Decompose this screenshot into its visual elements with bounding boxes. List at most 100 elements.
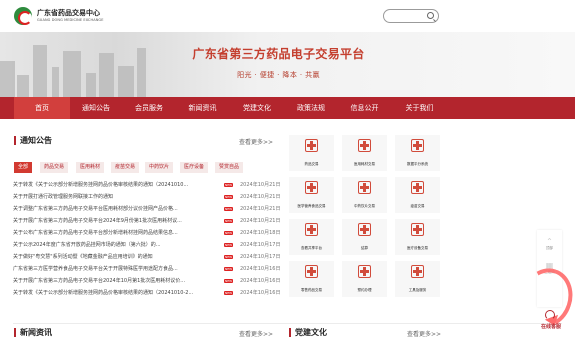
service-retail-drug[interactable]: 零售药品交易 (289, 261, 334, 297)
plus-circle-icon (411, 223, 424, 236)
nutrition-icon (305, 181, 318, 194)
list-item[interactable]: 关于公布广东省第三方药品电子交易平台部分新增耗材挂网药品结果信息... NEW 20… (13, 228, 283, 240)
notice-item-title[interactable]: 关于开展打通行政管理服务网联接工作的通知 (13, 193, 218, 200)
notice-item-title[interactable]: 关于转发《关于公示部分新增服务挂网药品价格审核结果的通知（20241010-2.… (13, 289, 218, 296)
new-badge: NEW (224, 243, 234, 247)
nav-home[interactable]: 首页 (14, 97, 70, 119)
tab-medical-consumables[interactable]: 医用耗材 (76, 162, 105, 173)
search-input[interactable] (383, 9, 439, 23)
list-item[interactable]: 关于公示2024年度广东省开放药品挂网市场的通知（第六批）的... NEW 2024… (13, 240, 283, 252)
notice-item-date: 2024年10月16日 (240, 266, 281, 272)
notice-item-date: 2024年10月21日 (240, 218, 281, 224)
list-item[interactable]: 广东省第三方医学营养食品电子交易平台关于开展特殊医学用途配方食品... NEW 20… (13, 264, 283, 276)
online-service-button[interactable]: 在线客服 (535, 323, 567, 330)
list-item[interactable]: 关于开展广东省第三方药品电子交易平台2024年9月份第1批次医用耗材议... NE… (13, 216, 283, 228)
platform-slogan: 阳光 · 便捷 · 降本 · 共赢 (237, 71, 320, 79)
capsule-icon (358, 181, 371, 194)
vaccine-icon (411, 181, 424, 194)
yen-icon (358, 223, 371, 236)
notice-item-date: 2024年10月18日 (240, 230, 281, 236)
notice-item-title[interactable]: 广东省第三方医学营养食品电子交易平台关于开展特殊医学用途配方食品... (13, 265, 218, 272)
list-item[interactable]: 关于开展打通行政管理服务网联接工作的通知 NEW 2024年10月21日 (13, 192, 283, 204)
party-section-title: 党建文化 (289, 328, 327, 337)
notice-item-date: 2024年10月21日 (240, 206, 281, 212)
notice-item-title[interactable]: 关于开展广东省第三方药品电子交易平台2024年10月第1批次医用耗材议价... (13, 277, 218, 284)
brand-english-name: GUANG DONG MEDICINE EXCHANGE (37, 18, 104, 22)
service-equipment-trading[interactable]: 医疗设备交易 (395, 219, 440, 255)
nav-about[interactable]: 关于我们 (392, 97, 447, 119)
notice-more-link[interactable]: 查看更多>> (239, 137, 273, 146)
list-item[interactable]: 关于调整广东省第三方药品电子交易平台医用耗材部分议价挂网产品价格... NEW 20… (13, 204, 283, 216)
nav-party-culture[interactable]: 党建文化 (229, 97, 285, 119)
new-badge: NEW (224, 195, 234, 199)
party-more-link[interactable]: 查看更多>> (407, 329, 441, 338)
tab-all[interactable]: 全部 (14, 162, 33, 173)
notice-item-title[interactable]: 关于开展广东省第三方药品电子交易平台2024年9月份第1批次医用耗材议... (13, 217, 218, 224)
hero-banner: 广东省第三方药品电子交易平台 阳光 · 便捷 · 降本 · 共赢 (0, 32, 575, 97)
nav-news[interactable]: 新闻资讯 (176, 97, 229, 119)
logo-icon[interactable] (14, 7, 32, 25)
tab-vaccine-trading[interactable]: 疫苗交易 (111, 162, 140, 173)
notice-item-title[interactable]: 关于做好"粤交慧"系列活动暨《地藏金融产品应用培训》的通知 (13, 253, 218, 260)
tab-chinese-herbal[interactable]: 中药饮片 (145, 162, 174, 173)
document-icon (305, 223, 318, 236)
notice-item-date: 2024年10月21日 (240, 194, 281, 200)
new-badge: NEW (224, 279, 234, 283)
medical-kit-icon (358, 139, 371, 152)
notice-list: 关于转发《关于公示部分新增服务挂网药品价格审核结果的通知（20241010...… (13, 180, 283, 300)
new-badge: NEW (224, 267, 234, 271)
list-item[interactable]: 关于开展广东省第三方药品电子交易平台2024年10月第1批次医用耗材议价... N… (13, 276, 283, 288)
notice-item-date: 2024年10月16日 (240, 278, 281, 284)
notice-item-date: 2024年10月16日 (240, 290, 281, 296)
notice-item-date: 2024年10月17日 (240, 242, 281, 248)
section-divider (13, 323, 562, 324)
service-vaccine-trading[interactable]: 疫苗交易 (395, 177, 440, 213)
tab-special-products[interactable]: 赞赏自品 (215, 162, 244, 173)
new-badge: NEW (224, 231, 234, 235)
medicine-icon (305, 139, 318, 152)
notice-item-date: 2024年10月21日 (240, 182, 281, 188)
service-herbal-trading[interactable]: 中药饮片交易 (342, 177, 387, 213)
service-shared-platform[interactable]: 查看共享平台 (289, 219, 334, 255)
notice-item-title[interactable]: 关于调整广东省第三方药品电子交易平台医用耗材部分议价挂网产品价格... (13, 205, 218, 212)
service-nutrition-trading[interactable]: 医学营养食品交易 (289, 177, 334, 213)
nav-policy[interactable]: 政策法规 (285, 97, 337, 119)
service-medical-consumables[interactable]: 医用耗材交易 (342, 135, 387, 171)
new-badge: NEW (224, 219, 234, 223)
scan-icon (411, 139, 424, 152)
brand-name: 广东省药品交易中心 (37, 9, 100, 17)
page: 广东省药品交易中心 GUANG DONG MEDICINE EXCHANGE 广… (0, 0, 575, 352)
grid-icon (411, 265, 424, 278)
tab-medical-equipment[interactable]: 医疗设备 (180, 162, 209, 173)
notice-item-title[interactable]: 关于转发《关于公示部分新增服务挂网药品价格审核结果的通知（20241010... (13, 181, 218, 188)
main-navigation: 首页 通知公告 会员服务 新闻资讯 党建文化 政策法规 信息公开 关于我们 (0, 97, 575, 119)
news-section-title: 新闻资讯 (14, 328, 52, 337)
calendar-icon (358, 265, 371, 278)
retail-medicine-icon (305, 265, 318, 278)
chevron-up-icon: ⌃ (546, 237, 553, 246)
service-drug-trading[interactable]: 药品交易 (289, 135, 334, 171)
headset-icon[interactable] (545, 310, 555, 320)
new-badge: NEW (224, 183, 234, 187)
service-data-system[interactable]: 数据平分系统 (395, 135, 440, 171)
back-to-top-button[interactable]: ⌃ 顶部 (537, 237, 562, 251)
nav-notice[interactable]: 通知公告 (70, 97, 122, 119)
tab-drug-trading[interactable]: 药品交易 (40, 162, 69, 173)
list-item[interactable]: 关于做好"粤交慧"系列活动暨《地藏金融产品应用培训》的通知 NEW 2024年10月… (13, 252, 283, 264)
news-more-link[interactable]: 查看更多>> (239, 329, 273, 338)
top-bar: 广东省药品交易中心 GUANG DONG MEDICINE EXCHANGE (0, 0, 575, 32)
new-badge: NEW (224, 255, 234, 259)
list-item[interactable]: 关于转发《关于公示部分新增服务挂网药品价格审核结果的通知（20241010...… (13, 180, 283, 192)
service-appointment[interactable]: 预约办理 (342, 261, 387, 297)
notice-title: 通知公告 (14, 136, 52, 145)
search-icon[interactable] (427, 12, 434, 19)
platform-title: 广东省第三方药品电子交易平台 (192, 47, 365, 61)
nav-disclosure[interactable]: 信息公开 (337, 97, 392, 119)
notice-item-title[interactable]: 关于公布广东省第三方药品电子交易平台部分新增耗材挂网药品结果信息... (13, 229, 218, 236)
list-item[interactable]: 关于转发《关于公示部分新增服务挂网药品价格审核结果的通知（20241010-2.… (13, 288, 283, 300)
notice-item-date: 2024年10月17日 (240, 254, 281, 260)
service-tools[interactable]: 工具及服务 (395, 261, 440, 297)
nav-member-service[interactable]: 会员服务 (122, 97, 176, 119)
service-settlement[interactable]: 结算 (342, 219, 387, 255)
notice-item-title[interactable]: 关于公示2024年度广东省开放药品挂网市场的通知（第六批）的... (13, 241, 218, 248)
